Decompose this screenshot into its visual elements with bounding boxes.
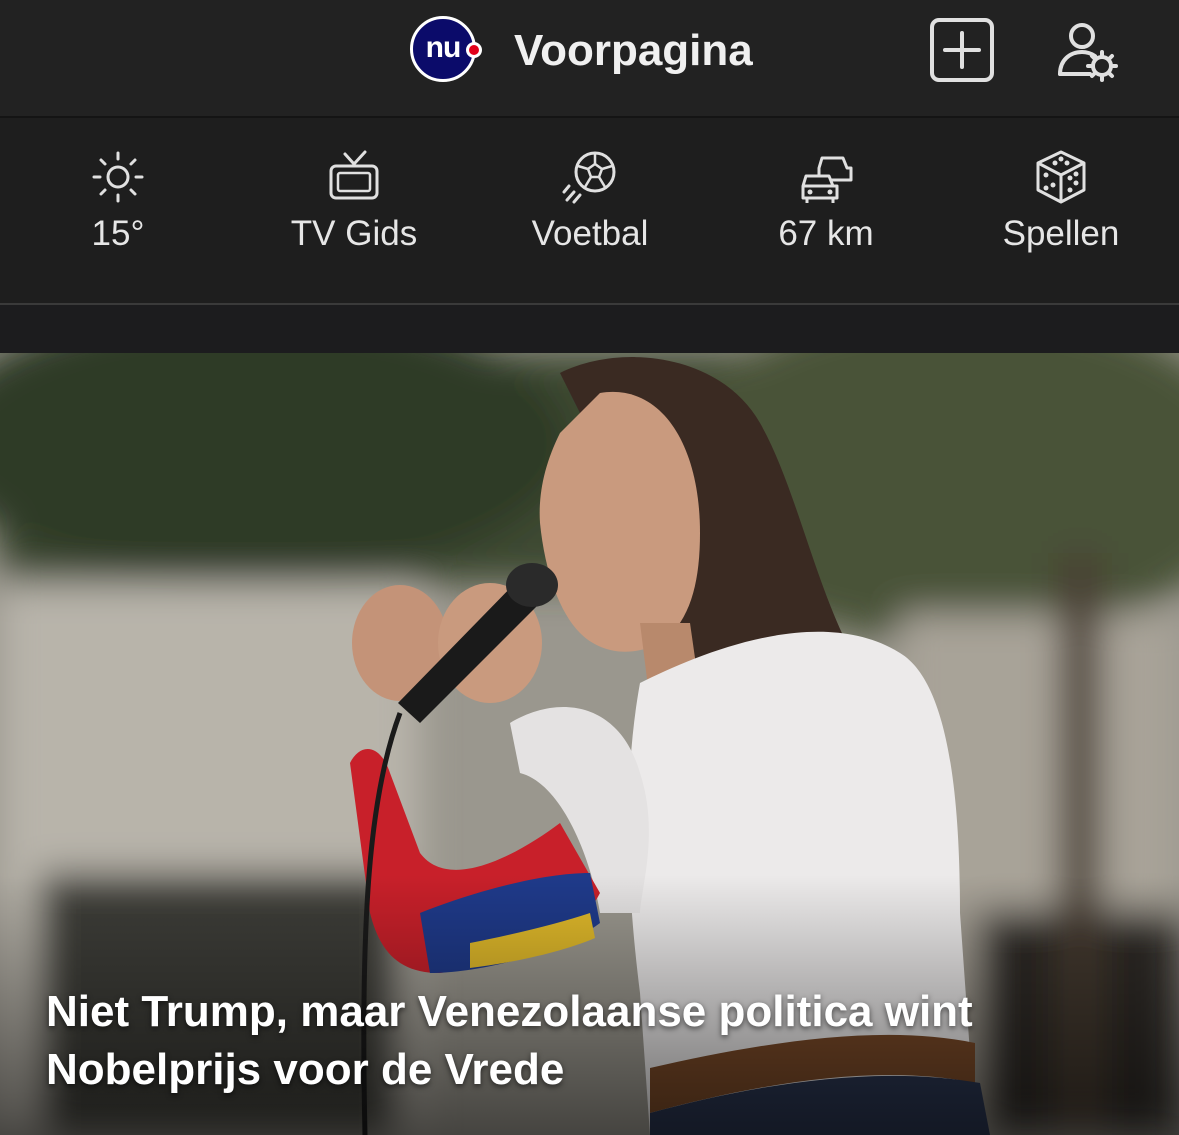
football-icon xyxy=(562,151,616,204)
quick-access-bar: 15° TV Gids Voetbal 67 km Spellen xyxy=(0,118,1179,305)
traffic-label: 67 km xyxy=(778,214,874,253)
user-settings-icon xyxy=(1058,23,1118,82)
games-label: Spellen xyxy=(1002,214,1120,253)
logo-text: nu xyxy=(425,31,462,64)
football-item[interactable]: Voetbal xyxy=(472,148,708,278)
hero-headline[interactable]: Niet Trump, maar Venezolaanse politica w… xyxy=(46,983,1126,1099)
page-title: Voorpagina xyxy=(514,26,753,75)
games-item[interactable]: Spellen xyxy=(943,148,1179,278)
sun-icon xyxy=(92,151,144,203)
football-label: Voetbal xyxy=(531,214,649,253)
plus-square-icon xyxy=(930,18,994,82)
top-header: nu Voorpagina xyxy=(0,0,1179,118)
add-button[interactable] xyxy=(928,16,996,84)
traffic-item[interactable]: 67 km xyxy=(708,148,944,278)
tv-guide-item[interactable]: TV Gids xyxy=(236,148,472,278)
weather-label: 15° xyxy=(91,214,145,253)
tv-icon xyxy=(329,150,379,200)
traffic-cars-icon xyxy=(801,156,853,203)
hero-article[interactable]: Niet Trump, maar Venezolaanse politica w… xyxy=(0,353,1179,1135)
section-spacer xyxy=(0,305,1179,353)
tv-guide-label: TV Gids xyxy=(290,214,418,253)
dice-icon xyxy=(1036,150,1086,204)
weather-item[interactable]: 15° xyxy=(0,148,236,278)
profile-settings-button[interactable] xyxy=(1052,16,1120,84)
logo-dot xyxy=(466,42,482,58)
